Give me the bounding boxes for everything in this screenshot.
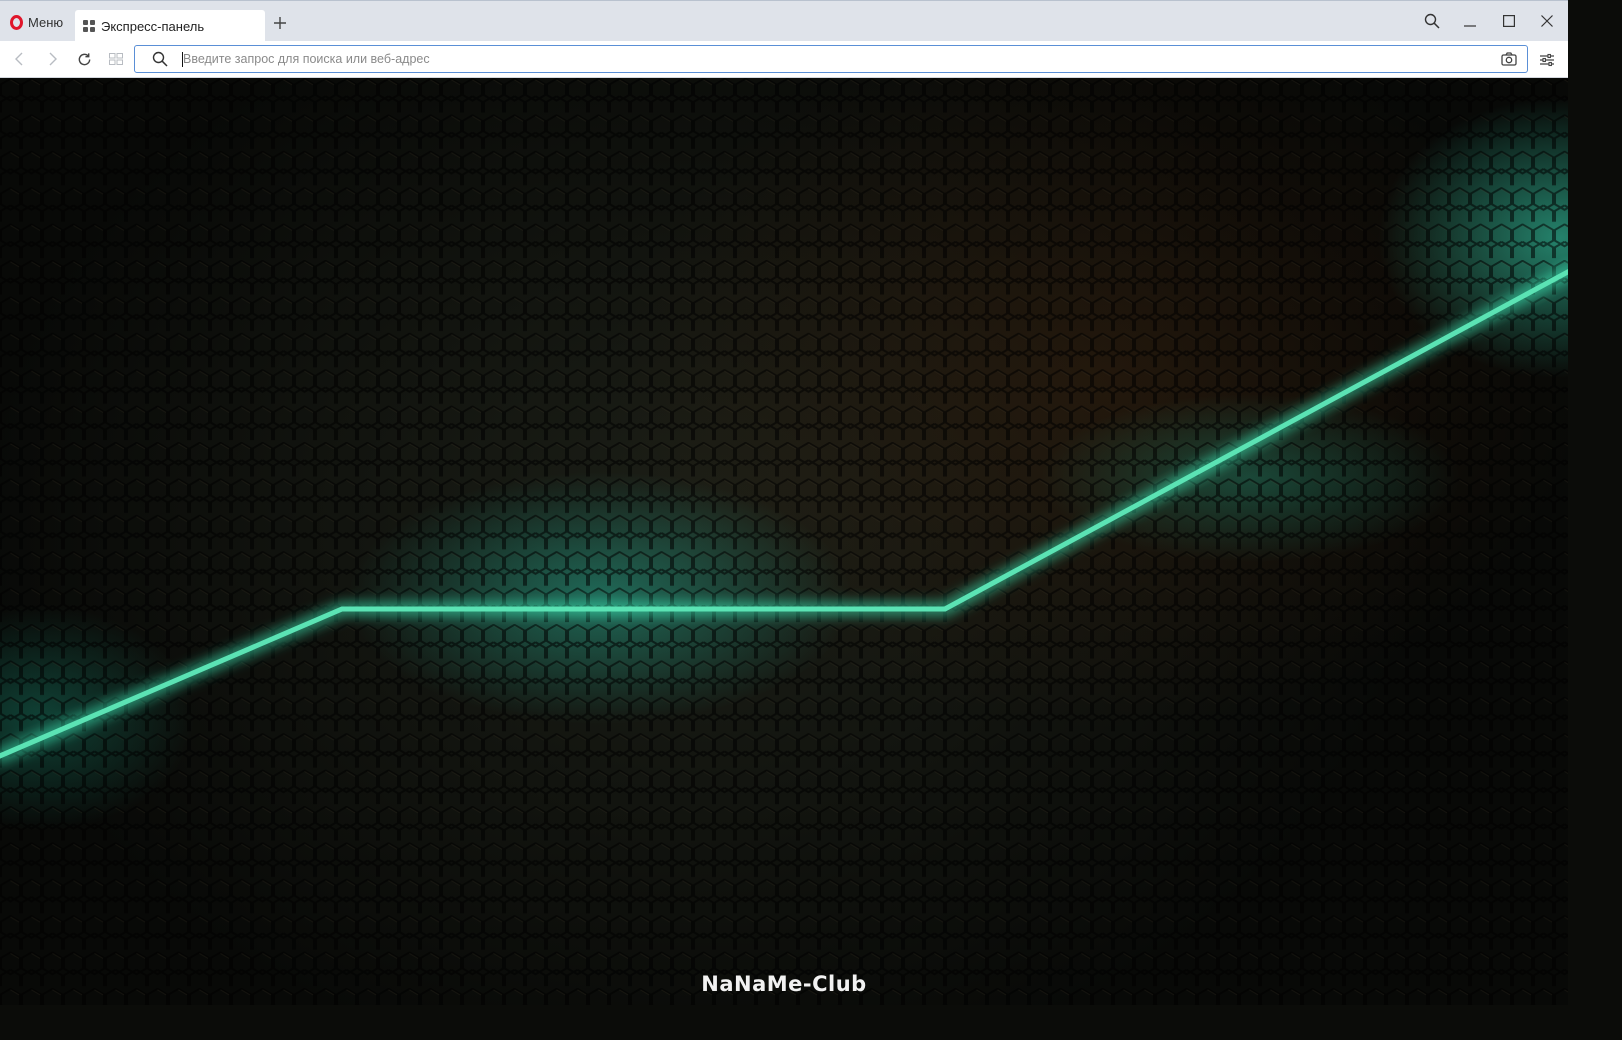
opera-logo-icon xyxy=(10,14,23,30)
address-input[interactable] xyxy=(183,49,1473,69)
speed-dial-background xyxy=(0,78,1568,1005)
glowing-accent-line xyxy=(0,263,1568,764)
navigation-toolbar xyxy=(0,41,1568,78)
forward-button[interactable] xyxy=(40,47,64,71)
search-icon xyxy=(1424,13,1440,29)
opera-menu-button[interactable]: Меню xyxy=(4,9,69,35)
minimize-icon xyxy=(1464,25,1476,27)
new-tab-button[interactable] xyxy=(270,12,290,36)
tab-title: Экспресс-панель xyxy=(101,18,205,34)
minimize-button[interactable] xyxy=(1455,9,1485,33)
tab-strip: Меню Экспресс-панель xyxy=(0,0,1568,42)
back-arrow-icon xyxy=(15,52,23,66)
address-bar xyxy=(134,45,1528,73)
speed-dial-icon xyxy=(83,20,95,32)
speed-dial-icon xyxy=(109,53,123,65)
watermark-text: NaNaMe-Club xyxy=(701,972,867,996)
reload-icon xyxy=(78,52,90,65)
reload-button[interactable] xyxy=(72,47,96,71)
easy-setup-icon[interactable] xyxy=(1538,51,1556,69)
text-cursor xyxy=(182,52,183,67)
plus-icon xyxy=(274,17,286,29)
back-button[interactable] xyxy=(8,47,32,71)
search-icon xyxy=(152,51,168,67)
close-icon xyxy=(1541,15,1553,27)
maximize-button[interactable] xyxy=(1494,9,1524,33)
speed-dial-button[interactable] xyxy=(104,47,128,71)
forward-arrow-icon xyxy=(49,52,57,66)
camera-icon[interactable] xyxy=(1501,51,1517,67)
search-tabs-button[interactable] xyxy=(1417,9,1447,33)
tab-speed-dial[interactable]: Экспресс-панель xyxy=(75,10,265,42)
maximize-icon xyxy=(1503,15,1515,27)
close-button[interactable] xyxy=(1532,9,1562,33)
menu-label: Меню xyxy=(28,14,64,30)
